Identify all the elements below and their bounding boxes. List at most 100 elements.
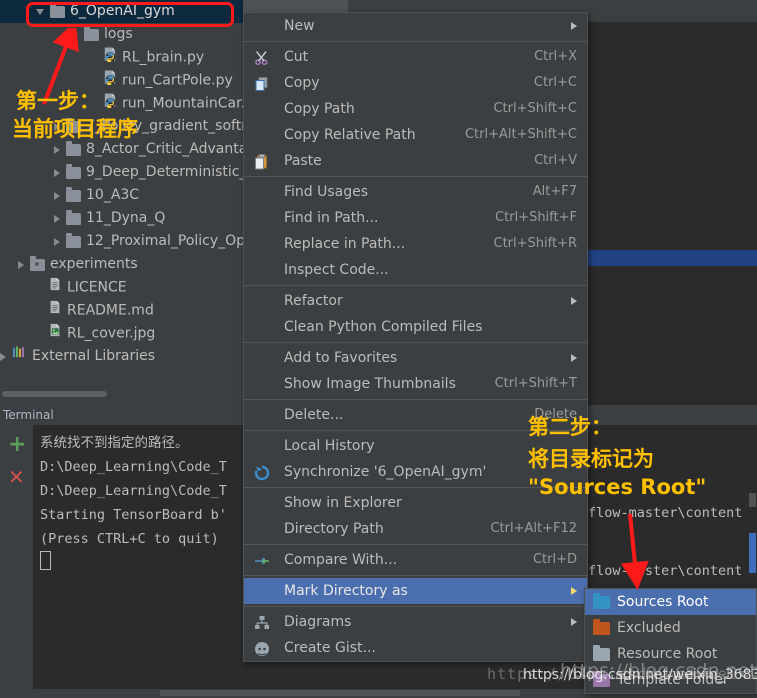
sync-icon: [254, 464, 270, 481]
menu-item-diagrams[interactable]: Diagrams: [244, 609, 587, 635]
folder-icon: [66, 140, 81, 156]
menu-item-label: Compare With...: [284, 552, 398, 568]
tree-item-12-proximal-policy-optimization[interactable]: 12_Proximal_Policy_Optimization: [0, 230, 243, 253]
folder-icon: [66, 163, 81, 179]
submenu-item-excluded[interactable]: Excluded: [585, 615, 756, 641]
annotation-step2-title: 第二步：: [528, 415, 612, 439]
menu-item-new[interactable]: New: [244, 13, 587, 39]
menu-item-mark-directory-as[interactable]: Mark Directory as: [244, 578, 587, 604]
submenu-item-template-folder[interactable]: Template Folder: [585, 667, 756, 693]
menu-separator: [244, 606, 587, 607]
menu-item-replace-in-path[interactable]: Replace in Path... Ctrl+Shift+R: [244, 231, 587, 257]
chevron-right-icon[interactable]: [18, 260, 24, 269]
menu-item-find-usages[interactable]: Find Usages Alt+F7: [244, 179, 587, 205]
menu-item-refactor[interactable]: Refactor: [244, 288, 587, 314]
image-file-icon: [48, 322, 62, 346]
menu-item-label: Replace in Path...: [284, 236, 406, 252]
menu-item-inspect-code[interactable]: Inspect Code...: [244, 257, 587, 283]
menu-item-clean-python-compiled-files[interactable]: Clean Python Compiled Files: [244, 314, 587, 340]
tree-item-label: 8_Actor_Critic_Advantage: [86, 141, 243, 157]
menu-item-copy[interactable]: Copy Ctrl+C: [244, 70, 587, 96]
tree-item-rl-cover-jpg[interactable]: RL_cover.jpg: [0, 322, 243, 345]
mark-directory-as-submenu[interactable]: Sources Root Excluded Resource Root Templat…: [584, 588, 757, 694]
menu-item-label: Add to Favorites: [284, 350, 398, 366]
chevron-right-icon[interactable]: [54, 237, 60, 246]
menu-item-add-to-favorites[interactable]: Add to Favorites: [244, 345, 587, 371]
tree-horizontal-scrollbar[interactable]: [0, 390, 243, 398]
menu-item-compare-with[interactable]: Compare With... Ctrl+D: [244, 547, 587, 573]
menu-item-label: Diagrams: [284, 614, 352, 630]
python-file-icon: [102, 46, 117, 70]
folder-icon: [66, 186, 81, 202]
menu-item-paste[interactable]: Paste Ctrl+V: [244, 148, 587, 174]
tree-item-readme-md[interactable]: README.md: [0, 299, 243, 322]
chevron-right-icon[interactable]: [0, 352, 6, 361]
tree-item-label: 9_Deep_Deterministic_Policy: [86, 164, 243, 180]
tree-item-licence[interactable]: LICENCE: [0, 276, 243, 299]
menu-separator: [244, 285, 587, 286]
close-terminal-session-button[interactable]: ✕: [8, 467, 25, 487]
menu-separator: [244, 399, 587, 400]
menu-item-copy-path[interactable]: Copy Path Ctrl+Shift+C: [244, 96, 587, 122]
menu-item-shortcut: Alt+F7: [532, 184, 577, 199]
tree-item-9-deep-deterministic-policy[interactable]: 9_Deep_Deterministic_Policy: [0, 161, 243, 184]
menu-item-label: Copy Path: [284, 101, 355, 117]
menu-item-shortcut: Ctrl+Shift+R: [493, 236, 578, 251]
submenu-item-label: Template Folder: [617, 672, 729, 688]
context-menu[interactable]: New Cut Ctrl+X Copy Ctrl+C Copy Path Ctrl+Shif…: [243, 12, 588, 662]
scissors-icon: [254, 49, 270, 66]
terminal-sidebar: + ✕: [0, 425, 33, 689]
menu-item-copy-relative-path[interactable]: Copy Relative Path Ctrl+Alt+Shift+C: [244, 122, 587, 148]
text-file-icon: [48, 299, 62, 323]
menu-item-shortcut: Ctrl+Shift+C: [493, 101, 577, 116]
chevron-right-icon[interactable]: [54, 214, 60, 223]
tree-item-10-a3c[interactable]: 10_A3C: [0, 184, 243, 207]
menu-item-shortcut: Ctrl+Alt+Shift+C: [464, 127, 577, 142]
menu-item-create-gist[interactable]: Create Gist...: [244, 635, 587, 661]
annotation-step1-title: 第一步：: [16, 89, 100, 113]
text-file-icon: [48, 276, 62, 300]
pycharm-window: mport DeepQNetworkMountainCar-v0')ppedn_…: [0, 0, 757, 698]
menu-separator: [244, 575, 587, 576]
tree-item-11-dyna-q[interactable]: 11_Dyna_Q: [0, 207, 243, 230]
tree-item-label: RL_cover.jpg: [67, 325, 156, 342]
menu-separator: [244, 41, 587, 42]
menu-item-find-in-path[interactable]: Find in Path... Ctrl+Shift+F: [244, 205, 587, 231]
gist-icon: [254, 640, 270, 656]
menu-item-label: Copy: [284, 75, 320, 91]
submenu-item-sources-root[interactable]: Sources Root: [585, 589, 756, 615]
menu-item-label: Copy Relative Path: [284, 127, 416, 143]
tree-item-label: run_CartPole.py: [122, 72, 233, 89]
chevron-right-icon[interactable]: [54, 191, 60, 200]
menu-item-label: Delete...: [284, 407, 344, 423]
tree-item-label: logs: [104, 26, 133, 42]
chevron-right-icon[interactable]: [54, 168, 60, 177]
menu-item-shortcut: Ctrl+D: [532, 552, 577, 567]
tree-item-experiments[interactable]: experiments: [0, 253, 243, 276]
tree-item-label: experiments: [50, 256, 138, 272]
annotation-step2-line3: "Sources Root": [528, 475, 707, 499]
submenu-arrow-icon: [571, 354, 577, 362]
tree-item-label: README.md: [67, 302, 154, 319]
folder-icon: [593, 671, 610, 687]
menu-item-shortcut: Ctrl+Shift+F: [495, 210, 577, 225]
chevron-right-icon[interactable]: [54, 145, 60, 154]
submenu-item-label: Resource Root: [617, 646, 718, 662]
menu-item-shortcut: Ctrl+Alt+F12: [490, 521, 577, 536]
tree-item-external-libraries[interactable]: External Libraries: [0, 345, 243, 368]
menu-item-label: Clean Python Compiled Files: [284, 319, 483, 335]
menu-item-label: Local History: [284, 438, 375, 454]
menu-item-label: Directory Path: [284, 521, 384, 537]
menu-item-directory-path[interactable]: Directory Path Ctrl+Alt+F12: [244, 516, 587, 542]
menu-item-label: Inspect Code...: [284, 262, 389, 278]
menu-item-label: Synchronize '6_OpenAI_gym': [284, 464, 487, 480]
new-terminal-session-button[interactable]: +: [8, 434, 26, 456]
menu-item-label: Find Usages: [284, 184, 369, 200]
folder-icon: [593, 593, 610, 609]
submenu-item-resource-root[interactable]: Resource Root: [585, 641, 756, 667]
tree-item-label: 10_A3C: [86, 187, 140, 203]
menu-item-shortcut: Ctrl+C: [533, 75, 577, 90]
menu-item-cut[interactable]: Cut Ctrl+X: [244, 44, 587, 70]
menu-item-show-image-thumbnails[interactable]: Show Image Thumbnails Ctrl+Shift+T: [244, 371, 587, 397]
annotation-step2-line2: 将目录标记为: [528, 447, 654, 471]
